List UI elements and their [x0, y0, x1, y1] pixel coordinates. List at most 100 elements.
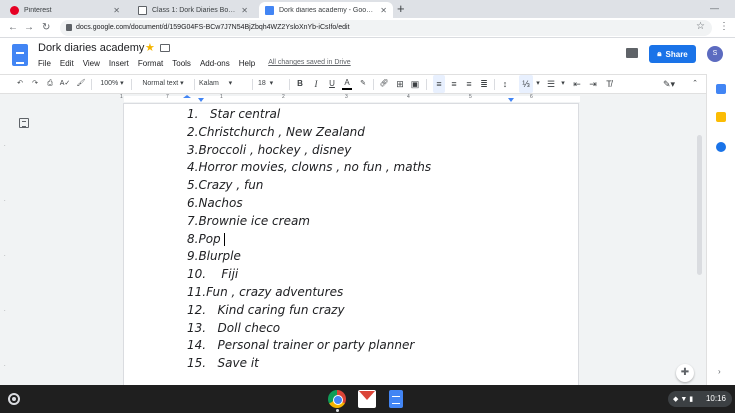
menu-format[interactable]: Format [138, 59, 163, 68]
italic-button[interactable]: I [311, 75, 321, 93]
align-left-icon[interactable]: ≡ [433, 75, 445, 93]
document-canvas: 1. Star central 2.Christchurch , New Zea… [12, 103, 706, 385]
editing-mode-icon[interactable]: ✎▾ [661, 75, 677, 93]
left-indent-marker[interactable] [198, 98, 204, 102]
list-item[interactable]: 3.Broccoli , hockey , disney [187, 142, 431, 160]
list-text: Nachos [198, 195, 243, 210]
docs-home-icon[interactable] [12, 44, 28, 66]
menu-view[interactable]: View [83, 59, 100, 68]
highlight-icon[interactable]: ✎ [358, 75, 368, 93]
list-text: Save it [217, 356, 259, 371]
style-select[interactable]: Normal text ▾ [136, 75, 190, 93]
line-spacing-icon[interactable]: ↕ [499, 75, 511, 93]
tasks-icon[interactable] [716, 142, 726, 152]
font-select[interactable]: Kalam ▾ [199, 75, 249, 93]
numbered-list-icon[interactable]: ⅓ [519, 75, 533, 93]
list-text: Fiji [221, 267, 239, 282]
redo-icon[interactable]: ↷ [29, 75, 41, 93]
document-page[interactable]: 1. Star central 2.Christchurch , New Zea… [123, 103, 579, 385]
bold-button[interactable]: B [295, 75, 305, 93]
document-outline-icon[interactable] [19, 118, 29, 128]
horizontal-ruler[interactable]: 1 1 2 3 4 5 6 7 [0, 94, 706, 103]
chevron-right-icon[interactable]: › [718, 367, 721, 376]
vertical-ruler[interactable]: · · · · · [0, 103, 12, 385]
undo-icon[interactable]: ↶ [14, 75, 26, 93]
move-folder-icon[interactable] [160, 44, 170, 52]
tab-dork-diaries-academy[interactable]: Dork diaries academy - Google D ✕ [259, 2, 393, 18]
menu-help[interactable]: Help [239, 59, 255, 68]
avatar[interactable]: S [707, 46, 723, 62]
list-item[interactable]: 11.Fun , crazy adventures [187, 284, 431, 302]
list-item[interactable]: 4.Horror movies, clowns , no fun , maths [187, 159, 431, 177]
chevron-down-icon[interactable]: ▾ [534, 75, 542, 93]
list-item[interactable]: 10. Fiji [187, 266, 431, 284]
decrease-indent-icon[interactable]: ⇤ [571, 75, 583, 93]
google-docs-app-icon[interactable] [389, 390, 403, 408]
list-item[interactable]: 1. Star central [187, 106, 431, 124]
menu-tools[interactable]: Tools [172, 59, 191, 68]
forward-button[interactable]: → [24, 21, 34, 35]
collapse-toolbar-icon[interactable]: ⌃ [690, 75, 700, 93]
launcher-icon[interactable] [8, 393, 20, 405]
os-shelf: 10:16 ◆ ▼ ▮ [0, 385, 735, 413]
share-button[interactable]: 🔒︎ Share [649, 45, 696, 63]
back-button[interactable]: ← [8, 21, 18, 35]
link-icon[interactable]: 🔗︎ [378, 75, 390, 93]
close-icon[interactable]: ✕ [380, 6, 387, 15]
menu-insert[interactable]: Insert [109, 59, 129, 68]
vertical-scrollbar[interactable] [697, 135, 702, 275]
browser-menu-icon[interactable]: ⋮ [719, 21, 729, 32]
gmail-icon[interactable] [358, 390, 376, 408]
ruler-tick: · [4, 198, 6, 204]
text-color-button[interactable]: A [342, 75, 352, 90]
align-right-icon[interactable]: ≡ [463, 75, 475, 93]
chrome-icon[interactable] [328, 390, 346, 408]
list-item[interactable]: 6.Nachos [187, 195, 431, 213]
close-icon[interactable]: ✕ [113, 6, 120, 15]
list-item[interactable]: 5.Crazy , fun [187, 177, 431, 195]
close-icon[interactable]: ✕ [241, 6, 248, 15]
zoom-select[interactable]: 100% ▾ [96, 75, 128, 93]
list-item[interactable]: 15. Save it [187, 355, 431, 373]
list-item[interactable]: 14. Personal trainer or party planner [187, 337, 431, 355]
font-size-select[interactable]: 18 ▾ [258, 75, 284, 93]
comment-icon[interactable] [626, 48, 638, 58]
menu-file[interactable]: File [38, 59, 51, 68]
align-justify-icon[interactable]: ≣ [478, 75, 490, 93]
spellcheck-icon[interactable]: A✓ [59, 75, 71, 93]
url-input[interactable]: docs.google.com/document/d/159G04FS-BCw7… [60, 20, 712, 36]
clear-formatting-icon[interactable]: T̸ [603, 75, 615, 93]
reload-button[interactable]: ↻ [42, 21, 50, 35]
underline-button[interactable]: U [327, 75, 337, 93]
save-status[interactable]: All changes saved in Drive [268, 59, 351, 68]
new-tab-button[interactable]: + [397, 2, 405, 16]
star-icon[interactable]: ★ [145, 41, 155, 54]
increase-indent-icon[interactable]: ⇥ [587, 75, 599, 93]
window-minimize-icon[interactable]: — [710, 3, 719, 13]
list-item[interactable]: 9.Blurple [187, 248, 431, 266]
keep-icon[interactable] [716, 112, 726, 122]
menu-edit[interactable]: Edit [60, 59, 74, 68]
list-item[interactable]: 7.Brownie ice cream [187, 213, 431, 231]
add-comment-icon[interactable]: ⊞ [394, 75, 406, 93]
document-title[interactable]: Dork diaries academy [38, 42, 144, 54]
bookmark-star-icon[interactable]: ☆ [696, 21, 705, 32]
tab-pinterest[interactable]: Pinterest ✕ [4, 2, 126, 18]
style-value: Normal text [142, 80, 179, 87]
calendar-icon[interactable] [716, 84, 726, 94]
list-item[interactable]: 12. Kind caring fun crazy [187, 302, 431, 320]
align-center-icon[interactable]: ≡ [448, 75, 460, 93]
first-line-indent-marker[interactable] [183, 95, 191, 98]
menu-add-ons[interactable]: Add-ons [200, 59, 230, 68]
list-item[interactable]: 13. Doll checo [187, 320, 431, 338]
bulleted-list-icon[interactable]: ☰ [544, 75, 558, 93]
paint-format-icon[interactable]: 🖌︎ [75, 75, 87, 93]
chevron-down-icon[interactable]: ▾ [559, 75, 567, 93]
list-item[interactable]: 2.Christchurch , New Zealand [187, 124, 431, 142]
tab-class-1[interactable]: Class 1: Dork Diaries Book 14 😀 ✕ [132, 2, 254, 18]
insert-image-icon[interactable]: ▣ [409, 75, 421, 93]
print-icon[interactable]: ⎙ [44, 75, 56, 93]
right-indent-marker[interactable] [508, 98, 514, 102]
explore-button[interactable]: ✚ [676, 364, 694, 382]
list-item[interactable]: 8.Pop [187, 231, 431, 249]
